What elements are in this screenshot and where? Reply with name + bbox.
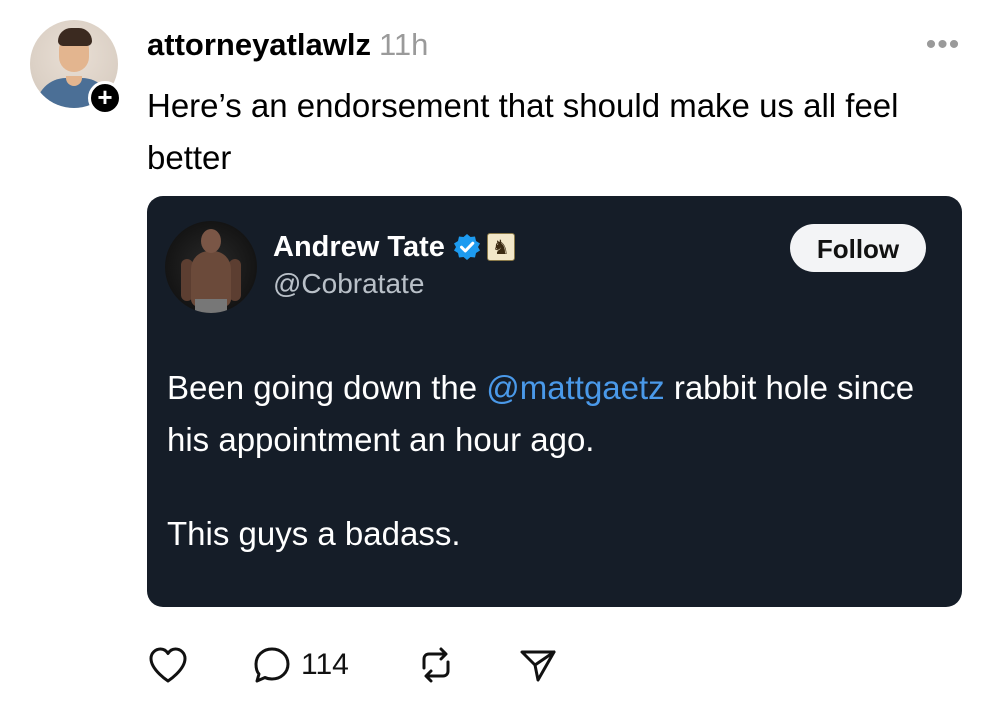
heart-icon — [147, 645, 189, 685]
verified-icon — [453, 233, 481, 261]
repost-icon — [415, 644, 457, 686]
affiliation-icon: ♞ — [486, 233, 515, 261]
embed-author-handle[interactable]: @Cobratate — [273, 267, 424, 301]
mention-link[interactable]: @mattgaetz — [486, 369, 664, 406]
embed-text: Been going down the @mattgaetz rabbit ho… — [167, 362, 927, 560]
follow-button[interactable]: Follow — [790, 224, 926, 272]
post-text: Here’s an endorsement that should make u… — [147, 87, 899, 176]
reply-button[interactable]: 114 — [251, 640, 349, 690]
embed-text-line1: Been going down the @mattgaetz rabbit ho… — [167, 369, 915, 458]
reply-count: 114 — [301, 648, 349, 681]
author-username[interactable]: attorneyatlawlz — [147, 27, 371, 62]
repost-button[interactable] — [415, 640, 457, 690]
share-icon — [517, 644, 559, 686]
follow-plus-icon[interactable]: + — [88, 81, 122, 115]
embed-author-name[interactable]: Andrew Tate — [273, 229, 445, 265]
like-button[interactable] — [147, 640, 189, 690]
post-header: attorneyatlawlz 11h — [147, 25, 428, 65]
embed-author-name-row: Andrew Tate ♞ — [273, 229, 515, 265]
embed-text-line2: This guys a badass. — [167, 515, 461, 552]
comment-icon — [251, 644, 293, 686]
embedded-post[interactable]: Andrew Tate ♞ @Cobratate Follow Been goi… — [147, 196, 962, 607]
embed-author-avatar[interactable] — [165, 221, 257, 313]
post-time: 11h — [378, 27, 429, 62]
more-options-icon[interactable]: ••• — [918, 30, 968, 60]
share-button[interactable] — [517, 640, 559, 690]
